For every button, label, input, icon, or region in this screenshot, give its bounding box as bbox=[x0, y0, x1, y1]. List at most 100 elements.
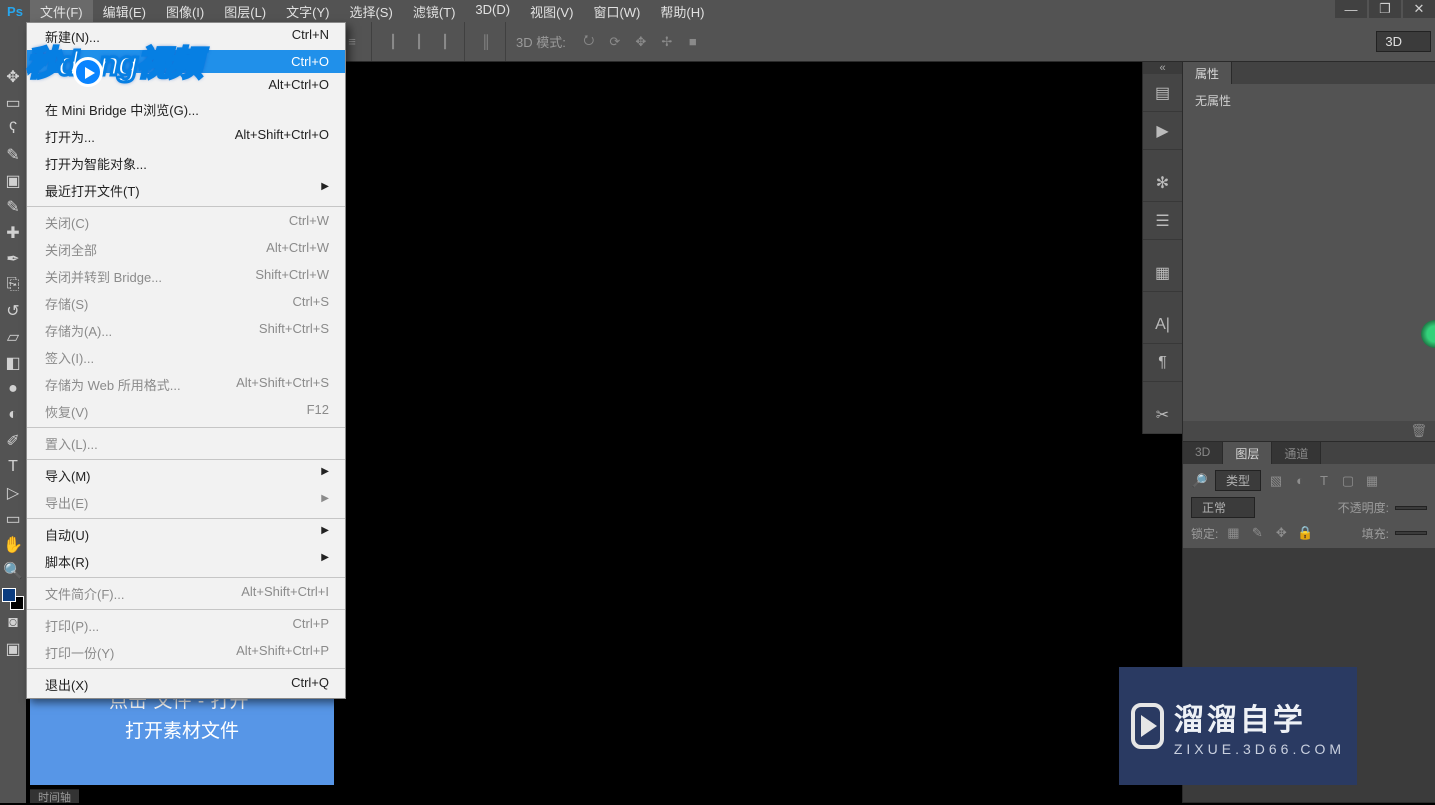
marquee-tool[interactable]: ▭ bbox=[0, 90, 26, 116]
distribute-horiz-icon[interactable]: ┃ bbox=[408, 31, 430, 53]
minimize-button[interactable]: — bbox=[1335, 0, 1367, 18]
menu-item[interactable]: 自动(U)▶ bbox=[27, 521, 345, 548]
right-icon-strip: « ▤ ▶ ✻ ☰ ▦ A| ¶ ✂ bbox=[1142, 62, 1182, 434]
history-panel-icon[interactable]: ▤ bbox=[1143, 74, 1182, 112]
filter-type-select[interactable]: 类型 bbox=[1215, 470, 1261, 491]
lasso-tool[interactable]: ʕ bbox=[0, 116, 26, 142]
path-tool[interactable]: ▷ bbox=[0, 480, 26, 506]
brush-presets-icon[interactable]: ✻ bbox=[1143, 164, 1182, 202]
stamp-tool[interactable]: ⎘ bbox=[0, 272, 26, 298]
app-logo: Ps bbox=[4, 2, 26, 20]
fill-value[interactable] bbox=[1395, 531, 1427, 535]
menu-图层(L)[interactable]: 图层(L) bbox=[214, 0, 276, 24]
type-tool[interactable]: T bbox=[0, 454, 26, 480]
lock-paint-icon[interactable]: ✎ bbox=[1248, 524, 1266, 542]
filter-shape-icon[interactable]: ▢ bbox=[1339, 472, 1357, 490]
panel-collapse-icon[interactable]: « bbox=[1143, 62, 1182, 74]
filter-search-icon[interactable]: 🔎 bbox=[1191, 472, 1209, 490]
menu-item: 恢复(V)F12 bbox=[27, 398, 345, 425]
distribute-spacing-icon[interactable]: ║ bbox=[475, 31, 497, 53]
foreground-color[interactable] bbox=[2, 588, 16, 602]
lock-move-icon[interactable]: ✥ bbox=[1272, 524, 1290, 542]
eyedropper-tool[interactable]: ✎ bbox=[0, 194, 26, 220]
menu-item[interactable]: 打开为...Alt+Shift+Ctrl+O bbox=[27, 123, 345, 150]
menu-item[interactable]: 脚本(R)▶ bbox=[27, 548, 345, 575]
tab-3d[interactable]: 3D bbox=[1183, 442, 1223, 464]
menu-item: 文件简介(F)...Alt+Shift+Ctrl+I bbox=[27, 580, 345, 607]
menu-item: 关闭全部Alt+Ctrl+W bbox=[27, 236, 345, 263]
swatches-panel-icon[interactable]: ▦ bbox=[1143, 254, 1182, 292]
menu-item[interactable]: 打开为智能对象... bbox=[27, 150, 345, 177]
menu-item[interactable]: 在 Mini Bridge 中浏览(G)... bbox=[27, 96, 345, 123]
menu-文件(F)[interactable]: 文件(F) bbox=[30, 0, 93, 24]
menu-窗口(W)[interactable]: 窗口(W) bbox=[583, 0, 650, 24]
menu-item: 打印(P)...Ctrl+P bbox=[27, 612, 345, 639]
blur-tool[interactable]: ● bbox=[0, 376, 26, 402]
zoom-tool[interactable]: 🔍 bbox=[0, 558, 26, 584]
hand-tool[interactable]: ✋ bbox=[0, 532, 26, 558]
trash-icon[interactable]: 🗑 bbox=[1410, 423, 1427, 439]
lock-trans-icon[interactable]: ▦ bbox=[1224, 524, 1242, 542]
menu-item: 关闭并转到 Bridge...Shift+Ctrl+W bbox=[27, 263, 345, 290]
move-tool[interactable]: ✥ bbox=[0, 64, 26, 90]
filter-smart-icon[interactable]: ▦ bbox=[1363, 472, 1381, 490]
properties-tab[interactable]: 属性 bbox=[1183, 62, 1232, 84]
slide-3d-icon[interactable]: ✢ bbox=[656, 31, 678, 53]
camera-3d-icon[interactable]: ■ bbox=[682, 31, 704, 53]
brand-en: ZIXUE.3D66.COM bbox=[1174, 741, 1345, 757]
menu-3D(D)[interactable]: 3D(D) bbox=[465, 0, 520, 24]
paragraph-panel-icon[interactable]: ¶ bbox=[1143, 344, 1182, 382]
menu-item: 存储(S)Ctrl+S bbox=[27, 290, 345, 317]
tool-presets-icon[interactable]: ✂ bbox=[1143, 396, 1182, 434]
character-panel-icon[interactable]: A| bbox=[1143, 306, 1182, 344]
menu-item: 导出(E)▶ bbox=[27, 489, 345, 516]
eraser-tool[interactable]: ▱ bbox=[0, 324, 26, 350]
menu-编辑(E)[interactable]: 编辑(E) bbox=[93, 0, 156, 24]
menu-文字(Y)[interactable]: 文字(Y) bbox=[276, 0, 339, 24]
menu-视图(V)[interactable]: 视图(V) bbox=[520, 0, 583, 24]
menu-item[interactable]: 最近打开文件(T)▶ bbox=[27, 177, 345, 204]
opacity-value[interactable] bbox=[1395, 506, 1427, 510]
filter-pixel-icon[interactable]: ▧ bbox=[1267, 472, 1285, 490]
tab-layers[interactable]: 图层 bbox=[1223, 442, 1272, 464]
distribute-horiz-icon[interactable]: ┃ bbox=[382, 31, 404, 53]
wand-tool[interactable]: ✎ bbox=[0, 142, 26, 168]
window-controls: — ❐ ✕ bbox=[1333, 0, 1435, 18]
distribute-horiz-icon[interactable]: ┃ bbox=[434, 31, 456, 53]
gradient-tool[interactable]: ◧ bbox=[0, 350, 26, 376]
shape-tool[interactable]: ▭ bbox=[0, 506, 26, 532]
healing-tool[interactable]: ✚ bbox=[0, 220, 26, 246]
actions-panel-icon[interactable]: ▶ bbox=[1143, 112, 1182, 150]
menu-item[interactable]: 退出(X)Ctrl+Q bbox=[27, 671, 345, 698]
crop-tool[interactable]: ▣ bbox=[0, 168, 26, 194]
properties-body: 无属性 bbox=[1183, 84, 1435, 117]
brush-panel-icon[interactable]: ☰ bbox=[1143, 202, 1182, 240]
menu-图像(I)[interactable]: 图像(I) bbox=[156, 0, 214, 24]
filter-adjust-icon[interactable]: ◐ bbox=[1291, 472, 1309, 490]
color-swatch[interactable] bbox=[2, 588, 24, 610]
brand-cn: 溜溜自学 bbox=[1174, 695, 1345, 739]
filter-text-icon[interactable]: T bbox=[1315, 472, 1333, 490]
tab-channels[interactable]: 通道 bbox=[1272, 442, 1321, 464]
restore-button[interactable]: ❐ bbox=[1369, 0, 1401, 18]
dodge-tool[interactable]: ◐ bbox=[0, 402, 26, 428]
orbit-3d-icon[interactable]: ⭮ bbox=[578, 31, 600, 53]
menu-滤镜(T)[interactable]: 滤镜(T) bbox=[403, 0, 466, 24]
blend-mode-select[interactable]: 正常 bbox=[1191, 497, 1255, 518]
pan-3d-icon[interactable]: ✥ bbox=[630, 31, 652, 53]
lock-all-icon[interactable]: 🔒 bbox=[1296, 524, 1314, 542]
brush-tool[interactable]: ✒ bbox=[0, 246, 26, 272]
rotate-3d-icon[interactable]: ⟳ bbox=[604, 31, 626, 53]
pen-tool[interactable]: ✐ bbox=[0, 428, 26, 454]
menu-帮助(H)[interactable]: 帮助(H) bbox=[650, 0, 714, 24]
menu-选择(S)[interactable]: 选择(S) bbox=[339, 0, 402, 24]
menu-item: 签入(I)... bbox=[27, 344, 345, 371]
screenmode-tool[interactable]: ▣ bbox=[0, 636, 26, 662]
quickmask-tool[interactable]: ◙ bbox=[0, 610, 26, 636]
menu-item[interactable]: 导入(M)▶ bbox=[27, 462, 345, 489]
workspace-select[interactable]: 3D bbox=[1376, 31, 1431, 52]
history-brush-tool[interactable]: ↺ bbox=[0, 298, 26, 324]
close-button[interactable]: ✕ bbox=[1403, 0, 1435, 18]
menu-item: 存储为(A)...Shift+Ctrl+S bbox=[27, 317, 345, 344]
mode-3d-label: 3D 模式: bbox=[516, 32, 566, 51]
